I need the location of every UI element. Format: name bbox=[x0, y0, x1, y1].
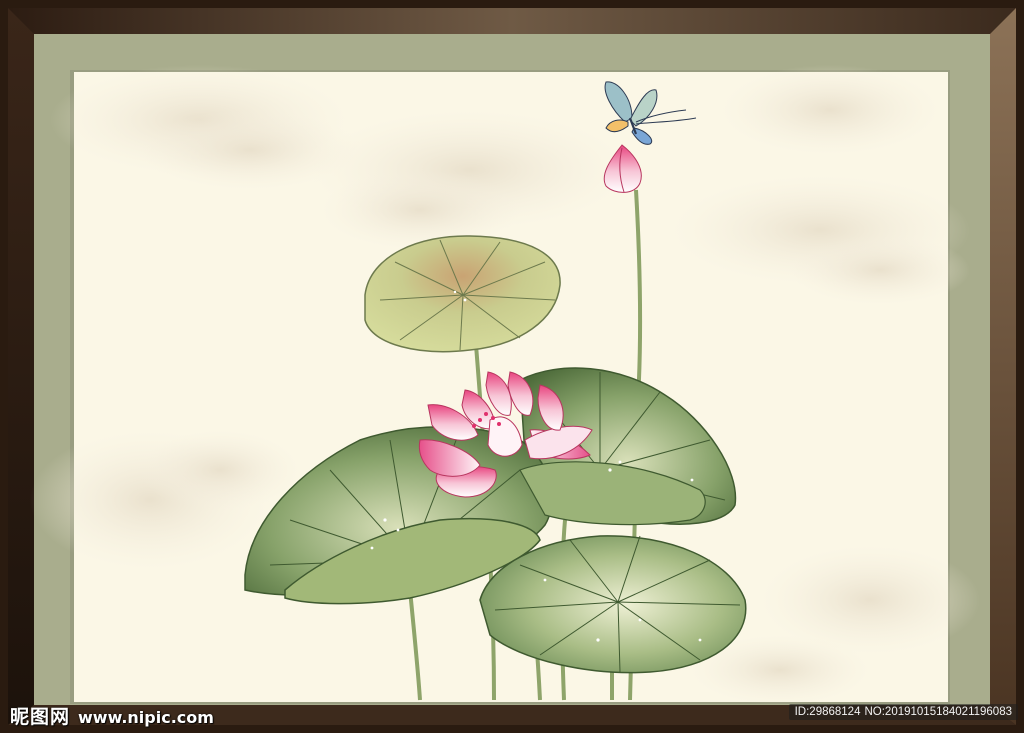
frame-right-bevel bbox=[990, 8, 1016, 725]
framed-artwork bbox=[0, 0, 1024, 733]
watermark-brand: 昵图网 bbox=[10, 706, 71, 728]
watermark-site: 昵图网 www.nipic.com bbox=[10, 702, 214, 729]
watermark-no: NO:20191015184021196083 bbox=[864, 706, 1012, 718]
watermark-id-box: ID:29868124 NO:20191015184021196083 bbox=[788, 704, 1018, 720]
frame-top-bevel bbox=[8, 8, 1016, 34]
frame-left-bevel bbox=[8, 8, 34, 725]
watermark-id: ID:29868124 bbox=[794, 706, 861, 718]
watermark-url[interactable]: www.nipic.com bbox=[78, 708, 214, 727]
